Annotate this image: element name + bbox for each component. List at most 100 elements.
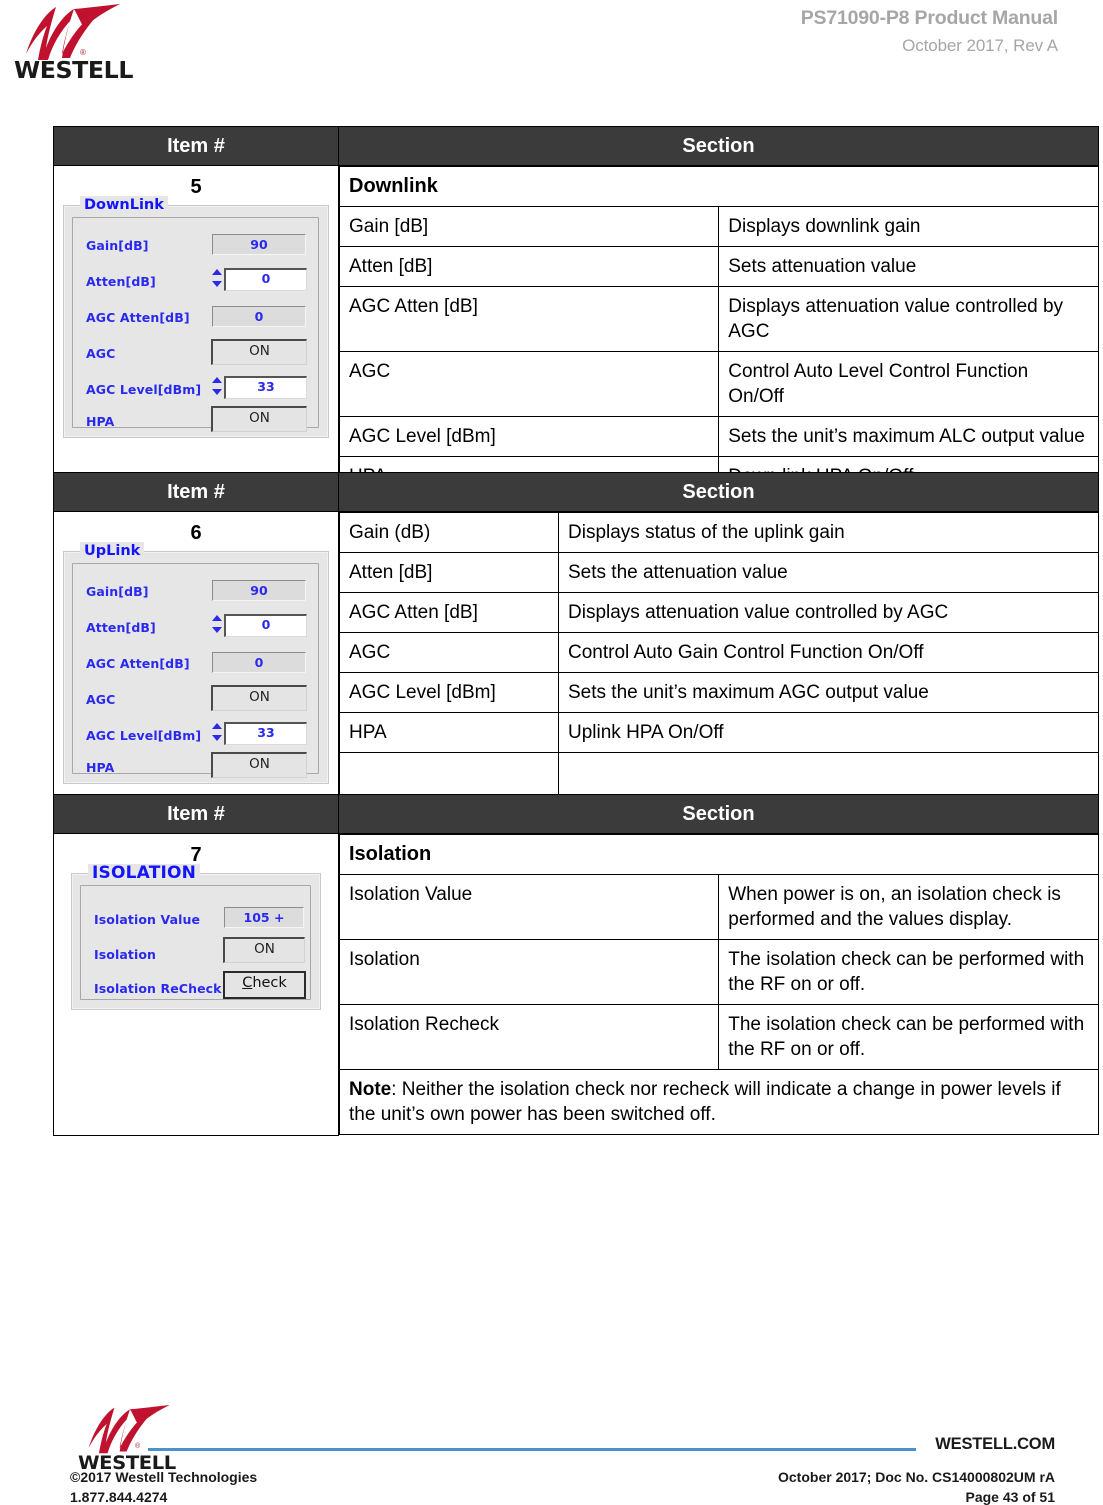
footer-copyright: ©2017 Westell Technologies [70, 1469, 258, 1485]
table-row: AGC Control Auto Level Control Function O… [338, 351, 1099, 417]
spinner-up-icon[interactable] [212, 377, 222, 383]
isolation-value-readout: 105 + [224, 907, 304, 928]
document-title: PS71090-P8 Product Manual [800, 7, 1058, 29]
downlink-agc-level-label: AGC Level[dBm] [86, 382, 202, 397]
downlink-panel-screenshot: DownLink Gain[dB] 90 Atten[dB] 0 AGC Att… [63, 196, 329, 438]
uplink-agc-atten-value: 0 [212, 652, 306, 673]
registered-mark-icon: ® [135, 1443, 141, 1450]
table-row: Downlink [339, 166, 1099, 207]
table-row: AGC Level [dBm] Sets the unit’s maximum A… [339, 672, 1099, 713]
registered-mark-icon: ® [80, 48, 86, 57]
row-desc: Sets attenuation value [718, 246, 1099, 287]
row-name: HPA [339, 712, 559, 753]
table-header-row: Item # Section [53, 126, 1099, 166]
table-row: Isolation The isolation check can be perf… [338, 939, 1099, 1005]
row-desc: Displays attenuation value controlled by… [558, 592, 1099, 633]
westell-logo-mark-icon [26, 4, 120, 60]
spinner-down-icon[interactable] [212, 627, 222, 633]
column-header-item: Item # [53, 472, 339, 512]
row-desc: Uplink HPA On/Off [558, 712, 1099, 753]
column-header-section: Section [338, 126, 1099, 166]
spinner-down-icon[interactable] [212, 389, 222, 395]
uplink-agc-level-spinner[interactable] [211, 722, 222, 742]
downlink-agc-toggle[interactable]: ON [211, 339, 307, 365]
uplink-atten-spinner[interactable] [211, 614, 222, 634]
uplink-agc-level-input[interactable]: 33 [224, 722, 307, 745]
section-heading: Downlink [339, 166, 1099, 207]
table-row: AGC Atten [dB] Displays attenuation value… [339, 592, 1099, 633]
column-header-item: Item # [53, 794, 339, 834]
column-header-item: Item # [53, 126, 339, 166]
row-name: AGC Atten [dB] [338, 286, 720, 352]
uplink-atten-label: Atten[dB] [86, 620, 156, 635]
table-row: Gain [dB] Displays downlink gain [338, 206, 1099, 247]
downlink-hpa-toggle[interactable]: ON [211, 406, 307, 432]
note-label: Note [349, 1079, 392, 1100]
row-name: AGC Level [dBm] [338, 416, 720, 457]
row-name: Isolation Value [338, 874, 720, 940]
row-name: Gain (dB) [339, 512, 559, 553]
table-row: Isolation Value When power is on, an isol… [338, 874, 1099, 940]
isolation-label: Isolation [94, 947, 157, 962]
uplink-agc-toggle[interactable]: ON [211, 685, 307, 711]
footer-doc-info: October 2017; Doc No. CS14000802UM rA [778, 1469, 1055, 1485]
row-desc: Control Auto Level Control Function On/O… [718, 351, 1099, 417]
isolation-toggle[interactable]: ON [223, 937, 305, 963]
downlink-agc-level-spinner[interactable] [211, 376, 222, 396]
isolation-recheck-label: Isolation ReCheck [94, 981, 222, 996]
westell-wordmark: WESTELL [14, 58, 134, 84]
row-desc: Sets the unit’s maximum ALC output value [718, 416, 1099, 457]
table-body-row: 7 ISOLATION Isolation Value 105 + Isolat… [53, 833, 1099, 1136]
column-header-section: Section [338, 794, 1099, 834]
uplink-atten-input[interactable]: 0 [224, 614, 307, 637]
row-desc: The isolation check can be performed wit… [718, 1004, 1099, 1070]
row-desc: Displays downlink gain [718, 206, 1099, 247]
downlink-agc-level-input[interactable]: 33 [224, 376, 307, 399]
spinner-down-icon[interactable] [212, 735, 222, 741]
uplink-agc-level-label: AGC Level[dBm] [86, 728, 202, 743]
row-desc: Control Auto Gain Control Function On/Of… [558, 632, 1099, 673]
row-name: Atten [dB] [338, 246, 720, 287]
document-revision: October 2017, Rev A [902, 36, 1058, 55]
inner-table-7: Isolation Isolation Value When power is o… [338, 834, 1099, 1135]
downlink-gain-value: 90 [212, 234, 306, 255]
table-row: HPA Uplink HPA On/Off [339, 712, 1099, 753]
row-name: Isolation [338, 939, 720, 1005]
isolation-panel-screenshot: ISOLATION Isolation Value 105 + Isolatio… [71, 864, 321, 1010]
row-name: AGC [338, 351, 720, 417]
spinner-down-icon[interactable] [212, 281, 222, 287]
downlink-agc-atten-value: 0 [212, 306, 306, 327]
spinner-up-icon[interactable] [212, 615, 222, 621]
spinner-up-icon[interactable] [212, 269, 222, 275]
row-name: Atten [dB] [339, 552, 559, 593]
table-row: AGC Atten [dB] Displays attenuation value… [338, 286, 1099, 352]
inner-table-6: Gain (dB) Displays status of the uplink g… [339, 512, 1099, 810]
row-desc: The isolation check can be performed wit… [718, 939, 1099, 1005]
downlink-gain-label: Gain[dB] [86, 238, 149, 253]
uplink-hpa-label: HPA [86, 760, 115, 775]
uplink-agc-atten-label: AGC Atten[dB] [86, 656, 190, 671]
isolation-check-button[interactable]: Check [223, 971, 306, 999]
table-row: Gain (dB) Displays status of the uplink g… [339, 512, 1099, 553]
table-row: Note: Neither the isolation check nor re… [339, 1069, 1099, 1135]
downlink-atten-input[interactable]: 0 [224, 268, 307, 291]
page-footer: ® WESTELL WESTELL.COM ©2017 Westell Tech… [0, 1397, 1103, 1505]
spinner-up-icon[interactable] [212, 723, 222, 729]
downlink-groupbox-title: DownLink [80, 196, 168, 214]
isolation-value-label: Isolation Value [94, 912, 201, 927]
row-desc: Sets the unit’s maximum AGC output value [558, 672, 1099, 713]
table-row: AGC Level [dBm] Sets the unit’s maximum A… [338, 416, 1099, 457]
row-desc: When power is on, an isolation check is … [718, 874, 1099, 940]
uplink-hpa-toggle[interactable]: ON [211, 752, 307, 778]
downlink-hpa-label: HPA [86, 414, 115, 429]
row-desc: Sets the attenuation value [558, 552, 1099, 593]
row-name: AGC Level [dBm] [339, 672, 559, 713]
downlink-agc-atten-label: AGC Atten[dB] [86, 310, 190, 325]
downlink-atten-spinner[interactable] [211, 268, 222, 288]
item-cell-7: 7 ISOLATION Isolation Value 105 + Isolat… [53, 833, 339, 1136]
table-row: AGC Control Auto Gain Control Function On… [339, 632, 1099, 673]
westell-logo-header: ® WESTELL [14, 4, 140, 90]
row-name: AGC [339, 632, 559, 673]
uplink-groupbox-title: UpLink [80, 542, 145, 560]
column-header-section: Section [338, 472, 1099, 512]
